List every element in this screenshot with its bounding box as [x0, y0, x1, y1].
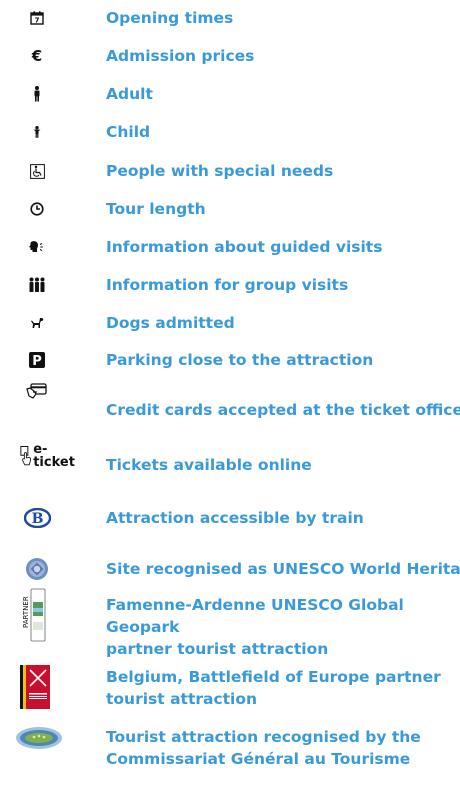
legend-label-line: tourist attraction — [106, 690, 258, 708]
legend-item-special-needs: People with special needs — [0, 159, 460, 183]
legend-item-dogs: Dogs admitted — [0, 311, 460, 335]
legend-item-adult: Adult — [0, 82, 460, 106]
battlefield-europe-icon — [20, 665, 50, 709]
e-ticket-icon: e-ticket — [20, 441, 82, 473]
train-sncb-letter: B — [31, 511, 43, 527]
legend-item-geopark: PARTNER Famenne-Ardenne UNESCO Global Ge… — [0, 588, 460, 658]
group-icon — [12, 273, 62, 297]
legend-label-line: Commissariat Général au Tourisme — [106, 750, 411, 768]
legend-label-line: Belgium, Battlefield of Europe partner — [106, 668, 441, 686]
wheelchair-icon — [12, 159, 62, 183]
svg-text:P: P — [32, 354, 42, 368]
legend-item-credit: Credit cards accepted at the ticket offi… — [0, 380, 460, 428]
legend-label: Tour length — [106, 200, 206, 218]
legend-label: Famenne-Ardenne UNESCO Global Geopark pa… — [106, 594, 458, 660]
legend-label: Adult — [106, 85, 153, 103]
calendar-icon: 7 — [12, 6, 62, 30]
legend-label: Parking close to the attraction — [106, 351, 374, 369]
legend-label: Site recognised as UNESCO World Heritage — [106, 560, 460, 578]
euro-icon: € — [31, 47, 43, 65]
unesco-heritage-icon — [12, 556, 62, 582]
legend-label: Attraction accessible by train — [106, 509, 364, 527]
legend-label: Credit cards accepted at the ticket offi… — [106, 401, 460, 419]
geopark-partner-text: PARTNER — [22, 596, 30, 628]
legend-item-child: Child — [0, 120, 460, 144]
legend-label: Tourist attraction recognised by the Com… — [106, 726, 458, 770]
svg-text:7: 7 — [35, 17, 40, 25]
legend-label: Admission prices — [106, 47, 255, 65]
legend-item-battlefield: Belgium, Battlefield of Europe partner t… — [0, 663, 460, 713]
parking-icon: P — [12, 348, 62, 372]
adult-icon — [12, 82, 62, 106]
legend-item-unesco: Site recognised as UNESCO World Heritage — [0, 556, 460, 582]
legend-item-eticket: e-ticket Tickets available online — [0, 440, 460, 484]
legend-item-parking: P Parking close to the attraction — [0, 348, 460, 372]
guide-speaker-icon — [12, 235, 62, 259]
legend-label: Child — [106, 123, 151, 141]
cgt-recognition-icon — [14, 723, 64, 753]
train-sncb-icon: B — [12, 505, 62, 531]
legend-item-opening: 7 Opening times — [0, 6, 460, 30]
child-icon — [12, 120, 62, 144]
legend-label: Opening times — [106, 9, 234, 27]
legend-label-line: Tourist attraction recognised by the — [106, 728, 421, 746]
legend-item-cgt: Tourist attraction recognised by the Com… — [0, 723, 460, 773]
credit-card-icon — [12, 382, 62, 400]
legend-label: Information about guided visits — [106, 238, 383, 256]
legend-item-group: Information for group visits — [0, 273, 460, 297]
legend-item-admission: € Admission prices — [0, 44, 460, 68]
legend-label: Dogs admitted — [106, 314, 235, 332]
e-ticket-text: e-ticket — [33, 442, 75, 470]
legend-label-line: partner tourist attraction — [106, 640, 329, 658]
legend-label: Information for group visits — [106, 276, 349, 294]
legend-item-guided: Information about guided visits — [0, 235, 460, 259]
geopark-partner-icon: PARTNER — [22, 588, 46, 642]
dog-icon — [12, 311, 62, 335]
legend-label: Tickets available online — [106, 456, 312, 474]
legend-label: People with special needs — [106, 162, 334, 180]
legend-label: Belgium, Battlefield of Europe partner t… — [106, 666, 458, 710]
legend-item-tour-length: Tour length — [0, 197, 460, 221]
clock-icon — [12, 197, 62, 221]
legend-item-train: B Attraction accessible by train — [0, 505, 460, 531]
legend-label-line: Famenne-Ardenne UNESCO Global Geopark — [106, 596, 404, 636]
